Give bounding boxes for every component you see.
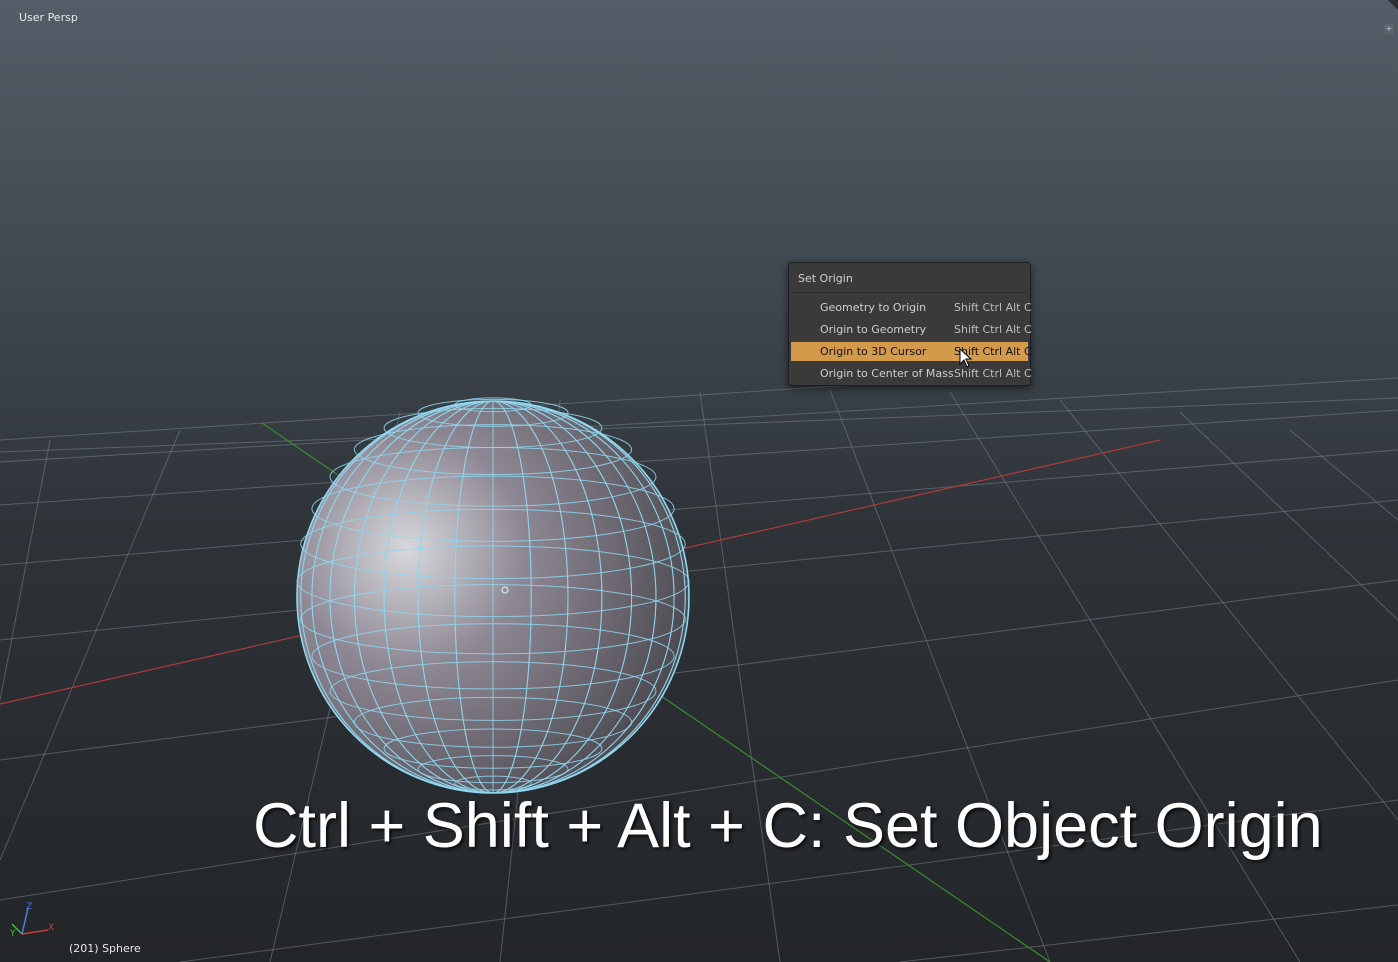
3d-viewport[interactable]: User Persp + X Y Z (201) Sphere Set Orig… xyxy=(0,0,1398,962)
grid-line xyxy=(899,904,1398,962)
sphere-mesh[interactable] xyxy=(296,397,690,794)
menu-item-label: Origin to Geometry xyxy=(820,323,927,336)
grid-line xyxy=(0,397,1398,453)
menu-item-shortcut: Shift Ctrl Alt C xyxy=(954,301,1032,314)
grid-line xyxy=(0,499,1398,641)
grid-line xyxy=(0,449,1398,566)
grid-line xyxy=(0,439,51,701)
shortcut-caption: Ctrl + Shift + Alt + C: Set Object Origi… xyxy=(253,791,1323,861)
gizmo-y-label: Y xyxy=(9,929,16,939)
menu-item-origin-to-center-of-mass[interactable]: Origin to Center of Mass Shift Ctrl Alt … xyxy=(791,364,1032,383)
area-split-corner[interactable] xyxy=(1388,0,1398,10)
grid-line xyxy=(1059,399,1398,821)
menu-item-label: Geometry to Origin xyxy=(820,301,927,314)
menu-item-shortcut: Shift Ctrl Alt C xyxy=(954,323,1032,336)
grid-line xyxy=(0,579,1398,761)
toggle-sidebar-icon[interactable]: + xyxy=(1384,24,1394,34)
menu-title: Set Origin xyxy=(798,272,853,285)
grid-line xyxy=(0,429,181,861)
grid-line xyxy=(949,391,1301,962)
set-origin-menu: Set Origin Geometry to Origin Shift Ctrl… xyxy=(788,262,1032,386)
menu-item-origin-to-geometry[interactable]: Origin to Geometry Shift Ctrl Alt C xyxy=(791,320,1032,339)
menu-item-origin-to-3d-cursor[interactable]: Origin to 3D Cursor Shift Ctrl Alt C xyxy=(791,342,1032,361)
view-name-label: User Persp xyxy=(19,11,78,24)
grid-line xyxy=(1179,411,1398,621)
axis-gizmo: X Y Z xyxy=(9,902,54,939)
gizmo-z-label: Z xyxy=(26,902,32,912)
mouse-pointer-icon xyxy=(959,348,973,368)
grid-line xyxy=(1289,429,1398,521)
floor-grid xyxy=(0,377,1398,962)
menu-item-label: Origin to 3D Cursor xyxy=(820,345,927,358)
object-info-label: (201) Sphere xyxy=(69,942,141,955)
menu-item-shortcut: Shift Ctrl Alt C xyxy=(954,367,1032,380)
gizmo-x-label: X xyxy=(48,923,54,933)
grid-line xyxy=(829,389,1051,962)
grid-line xyxy=(699,391,781,962)
menu-item-geometry-to-origin[interactable]: Geometry to Origin Shift Ctrl Alt C xyxy=(791,298,1032,317)
menu-divider xyxy=(792,292,1027,293)
menu-item-label: Origin to Center of Mass xyxy=(820,367,954,380)
grid-line xyxy=(0,409,1398,506)
